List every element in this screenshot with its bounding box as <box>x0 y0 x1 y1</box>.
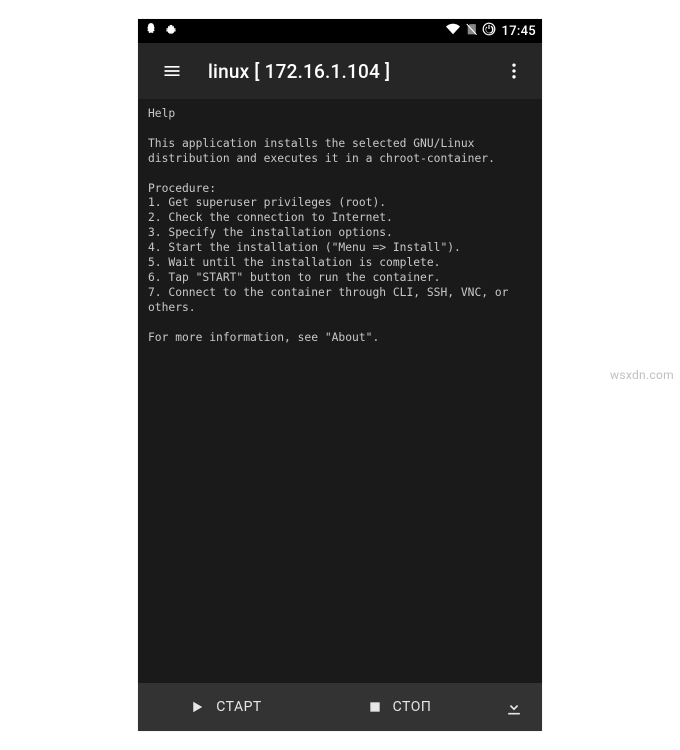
download-button[interactable] <box>486 683 542 731</box>
help-heading: Help <box>148 107 175 120</box>
status-bar: 17:45 <box>138 19 542 43</box>
no-sim-icon <box>465 22 478 40</box>
hamburger-icon <box>162 61 182 81</box>
power-icon <box>482 22 496 40</box>
step: 3. Specify the installation options. <box>148 226 393 239</box>
more-vert-icon <box>504 61 524 81</box>
clock-text: 17:45 <box>502 24 536 39</box>
help-footer: For more information, see "About". <box>148 331 379 344</box>
step: 5. Wait until the installation is comple… <box>148 256 440 269</box>
stop-icon <box>367 699 383 715</box>
start-button[interactable]: СТАРТ <box>138 683 312 731</box>
bug-icon <box>164 22 178 40</box>
play-icon <box>188 698 206 716</box>
terminal-output[interactable]: Help This application installs the selec… <box>138 99 542 683</box>
step: 1. Get superuser privileges (root). <box>148 196 386 209</box>
toolbar-title: linux [ 172.16.1.104 ] <box>192 60 494 83</box>
step: 6. Tap "START" button to run the contain… <box>148 271 440 284</box>
step: 7. Connect to the container through CLI,… <box>148 286 508 314</box>
step: 2. Check the connection to Internet. <box>148 211 393 224</box>
stop-label: СТОП <box>393 699 432 715</box>
qq-icon <box>144 22 158 40</box>
step: 4. Start the installation ("Menu => Inst… <box>148 241 461 254</box>
phone-frame: 17:45 linux [ 172.16.1.104 ] Help This a… <box>138 19 542 731</box>
overflow-button[interactable] <box>494 51 534 91</box>
bottom-bar: СТАРТ СТОП <box>138 683 542 731</box>
help-intro: This application installs the selected G… <box>148 137 495 165</box>
app-toolbar: linux [ 172.16.1.104 ] <box>138 43 542 99</box>
procedure-label: Procedure: <box>148 182 216 195</box>
start-label: СТАРТ <box>216 699 262 715</box>
watermark-text: wsxdn.com <box>610 368 674 382</box>
menu-button[interactable] <box>152 51 192 91</box>
download-icon <box>504 697 524 717</box>
stop-button[interactable]: СТОП <box>312 683 486 731</box>
wifi-icon <box>445 22 461 40</box>
